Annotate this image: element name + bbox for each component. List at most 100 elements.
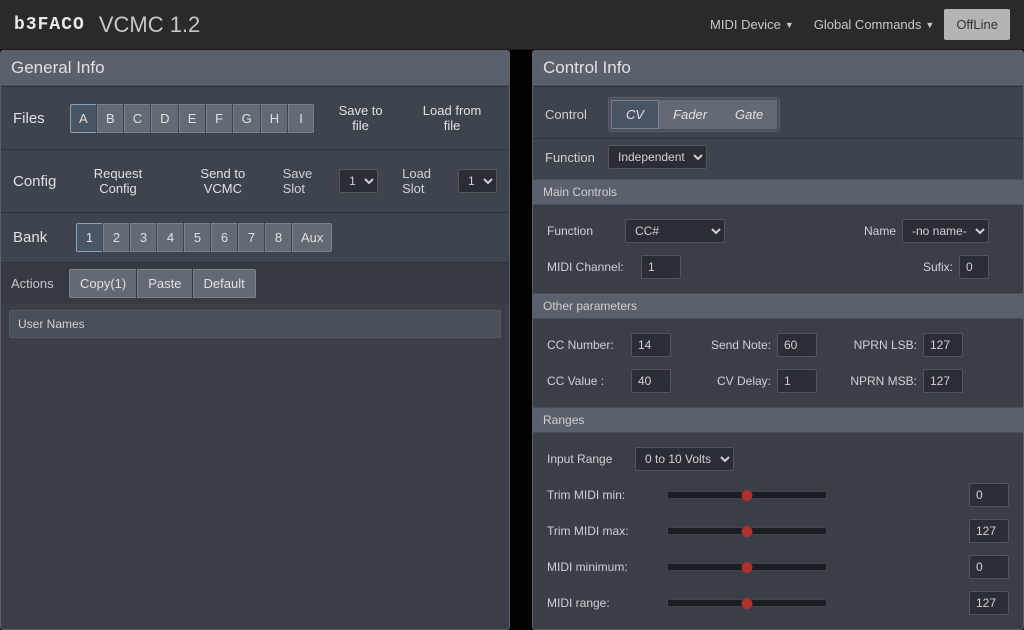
bank-tabs: 1 2 3 4 5 6 7 8 Aux (76, 223, 332, 252)
load-slot-select[interactable]: 1 (458, 169, 497, 193)
file-tab-b[interactable]: B (97, 104, 123, 133)
config-label: Config (13, 173, 61, 190)
midi-device-dropdown[interactable]: MIDI Device▼ (700, 9, 804, 40)
offline-button[interactable]: OffLine (944, 9, 1010, 40)
file-tab-a[interactable]: A (70, 104, 96, 133)
load-from-file-button[interactable]: Load from file (407, 97, 497, 139)
tab-fader[interactable]: Fader (659, 100, 721, 129)
control-info-header: Control Info (533, 51, 1023, 86)
cc-number-label: CC Number: (547, 338, 625, 352)
bank-row: Bank 1 2 3 4 5 6 7 8 Aux (1, 212, 509, 262)
trim-midi-min-slider[interactable] (667, 491, 827, 499)
user-names-row[interactable]: User Names (9, 310, 501, 338)
logo: b3FACO (14, 15, 85, 35)
midi-min-value[interactable] (969, 555, 1009, 579)
app-title: VCMC 1.2 (99, 12, 200, 38)
save-slot-select[interactable]: 1 (339, 169, 378, 193)
bank-tab-aux[interactable]: Aux (292, 223, 332, 252)
config-row: Config Request Config Send to VCMC Save … (1, 149, 509, 212)
bank-tab-7[interactable]: 7 (238, 223, 264, 252)
file-tab-i[interactable]: I (288, 104, 314, 133)
request-config-button[interactable]: Request Config (69, 160, 167, 202)
slider-midi-range: MIDI range: (533, 585, 1023, 621)
tab-cv[interactable]: CV (611, 100, 659, 129)
main-controls-header: Main Controls (533, 179, 1023, 205)
general-info-panel: General Info Files A B C D E F G H I Sav… (0, 50, 510, 630)
bank-tab-1[interactable]: 1 (76, 223, 102, 252)
save-to-file-button[interactable]: Save to file (322, 97, 399, 139)
bank-tab-2[interactable]: 2 (103, 223, 129, 252)
control-info-panel: Control Info Control CV Fader Gate Funct… (532, 50, 1024, 630)
sufix-label: Sufix: (913, 260, 953, 274)
trim-midi-max-label: Trim MIDI max: (547, 524, 657, 538)
trim-midi-max-slider[interactable] (667, 527, 827, 535)
slider-trim-max: Trim MIDI max: (533, 513, 1023, 549)
midi-channel-label: MIDI Channel: (547, 260, 635, 274)
save-slot-label: Save Slot (283, 166, 332, 196)
general-info-header: General Info (1, 51, 509, 86)
midi-min-slider[interactable] (667, 563, 827, 571)
paste-button[interactable]: Paste (137, 269, 191, 298)
global-commands-dropdown[interactable]: Global Commands▼ (804, 9, 945, 40)
midi-min-label: MIDI minimum: (547, 560, 657, 574)
cc-value-input[interactable] (631, 369, 671, 393)
topbar: b3FACO VCMC 1.2 MIDI Device▼ Global Comm… (0, 0, 1024, 50)
slider-trim-min: Trim MIDI min: (533, 477, 1023, 513)
trim-midi-max-value[interactable] (969, 519, 1009, 543)
name-label: Name (856, 224, 896, 238)
file-tab-f[interactable]: F (206, 104, 232, 133)
bank-tab-6[interactable]: 6 (211, 223, 237, 252)
bank-tab-4[interactable]: 4 (157, 223, 183, 252)
load-slot-label: Load Slot (402, 166, 450, 196)
send-to-vcmc-button[interactable]: Send to VCMC (175, 160, 271, 202)
file-tab-h[interactable]: H (261, 104, 287, 133)
func-label: Function (547, 224, 619, 238)
cv-delay-label: CV Delay: (701, 374, 771, 388)
copy-button[interactable]: Copy(1) (69, 269, 136, 298)
input-range-label: Input Range (547, 452, 629, 466)
name-select[interactable]: -no name- (902, 219, 989, 243)
function-row: Function Independent (533, 138, 1023, 179)
actions-row: Actions Copy(1) Paste Default (1, 262, 509, 304)
nprn-lsb-label: NPRN LSB: (847, 338, 917, 352)
midi-range-label: MIDI range: (547, 596, 657, 610)
tab-gate[interactable]: Gate (721, 100, 777, 129)
default-button[interactable]: Default (193, 269, 256, 298)
control-label: Control (545, 107, 600, 122)
bank-tab-8[interactable]: 8 (265, 223, 291, 252)
cv-delay-input[interactable] (777, 369, 817, 393)
midi-range-value[interactable] (969, 591, 1009, 615)
caret-down-icon: ▼ (785, 20, 794, 30)
ranges-header: Ranges (533, 407, 1023, 433)
cc-value-label: CC Value : (547, 374, 625, 388)
nprn-msb-input[interactable] (923, 369, 963, 393)
trim-midi-min-label: Trim MIDI min: (547, 488, 657, 502)
control-tabs: CV Fader Gate (608, 97, 780, 132)
file-tab-e[interactable]: E (179, 104, 205, 133)
send-note-label: Send Note: (701, 338, 771, 352)
caret-down-icon: ▼ (925, 20, 934, 30)
file-tabs: A B C D E F G H I (70, 104, 314, 133)
bank-label: Bank (13, 229, 68, 246)
bank-tab-5[interactable]: 5 (184, 223, 210, 252)
midi-range-slider[interactable] (667, 599, 827, 607)
input-range-select[interactable]: 0 to 10 Volts (635, 447, 734, 471)
other-params-header: Other parameters (533, 293, 1023, 319)
files-label: Files (13, 110, 62, 127)
func-select[interactable]: CC# (625, 219, 725, 243)
function-select[interactable]: Independent (608, 145, 707, 169)
file-tab-c[interactable]: C (124, 104, 150, 133)
nprn-lsb-input[interactable] (923, 333, 963, 357)
file-tab-g[interactable]: G (233, 104, 260, 133)
function-label: Function (545, 150, 600, 165)
bank-tab-3[interactable]: 3 (130, 223, 156, 252)
trim-midi-min-value[interactable] (969, 483, 1009, 507)
send-note-input[interactable] (777, 333, 817, 357)
control-tabs-row: Control CV Fader Gate (533, 86, 1023, 138)
cc-number-input[interactable] (631, 333, 671, 357)
file-tab-d[interactable]: D (151, 104, 177, 133)
slider-midi-min: MIDI minimum: (533, 549, 1023, 585)
midi-channel-input[interactable] (641, 255, 681, 279)
files-row: Files A B C D E F G H I Save to file Loa… (1, 86, 509, 149)
sufix-input[interactable] (959, 255, 989, 279)
